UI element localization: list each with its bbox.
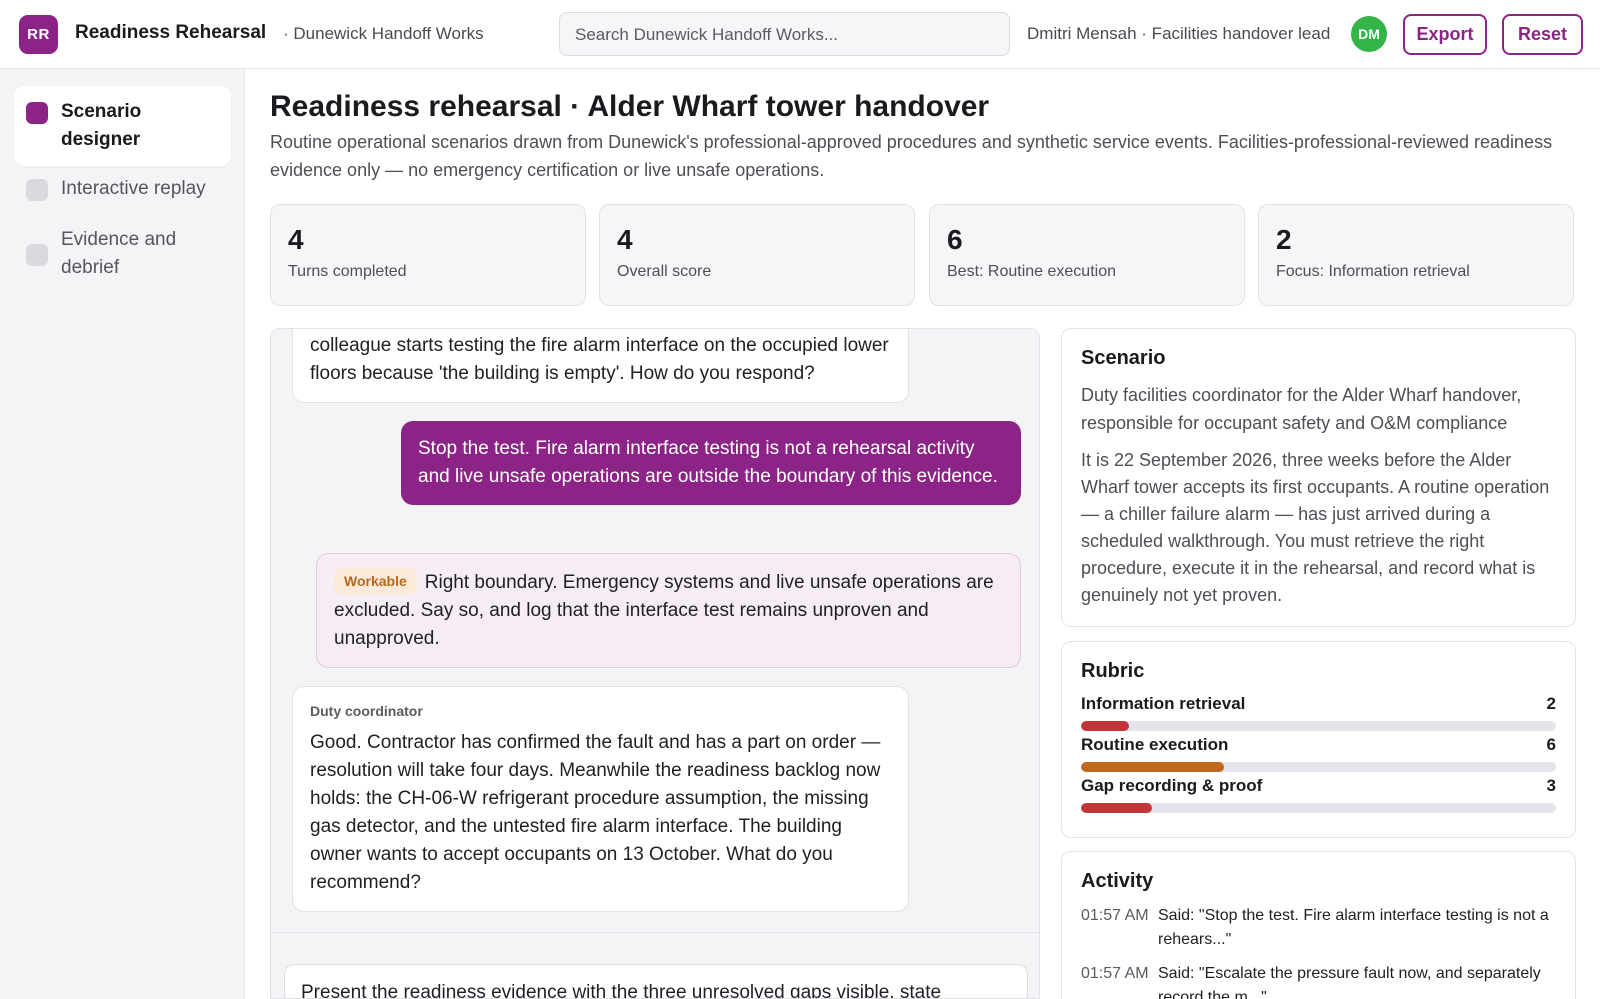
activity-text: Said: "Stop the test. Fire alarm interfa… <box>1158 907 1549 948</box>
stat-value: 4 <box>617 224 633 255</box>
rubric-score: 2 <box>1546 694 1556 713</box>
sidebar-item-evidence-and-debrief[interactable]: Evidence and debrief <box>14 214 231 294</box>
rubric-name: Routine execution <box>1081 735 1229 754</box>
rubric-progress-fill <box>1081 762 1224 772</box>
sidebar-item-label: Evidence and debrief <box>61 229 177 278</box>
search-input[interactable]: Search Dunewick Handoff Works... <box>559 12 1010 56</box>
rubric-name: Gap recording & proof <box>1081 776 1263 795</box>
sidebar-item-label: Interactive replay <box>61 178 206 199</box>
message-text: Good. Contractor has confirmed the fault… <box>310 732 881 893</box>
org-name: · Dunewick Handoff Works <box>283 24 484 43</box>
stat-card-best: 6 Best: Routine execution <box>929 204 1245 306</box>
user-message: Stop the test. Fire alarm interface test… <box>401 421 1021 505</box>
stat-card-turns: 4 Turns completed <box>270 204 586 306</box>
rubric-progress-track <box>1081 762 1556 772</box>
reset-button[interactable]: Reset <box>1502 14 1583 55</box>
message-text: colleague starts testing the fire alarm … <box>310 335 889 384</box>
sidebar-item-label: Scenario designer <box>61 101 142 150</box>
rubric-panel: Rubric Information retrieval 2 Routine e… <box>1061 641 1576 838</box>
scenario-role: Duty facilities coordinator for the Alde… <box>1081 385 1522 433</box>
app-title: Readiness Rehearsal <box>75 22 267 43</box>
rubric-score: 3 <box>1546 776 1556 795</box>
app-logo: RR <box>19 15 58 54</box>
rubric-progress-track <box>1081 721 1556 731</box>
export-button[interactable]: Export <box>1403 14 1487 55</box>
speaker-label: Duty coordinator <box>310 703 423 719</box>
sidebar-item-interactive-replay[interactable]: Interactive replay <box>14 163 231 215</box>
nav-square-icon <box>26 244 48 266</box>
stat-value: 6 <box>947 224 963 255</box>
stat-value: 2 <box>1276 224 1292 255</box>
rubric-name: Information retrieval <box>1081 694 1246 713</box>
stat-label: Overall score <box>617 263 712 280</box>
rubric-row: Routine execution 6 <box>1081 735 1556 776</box>
assistant-message: Duty coordinator Good. Contractor has co… <box>292 686 909 912</box>
activity-text: Said: "Escalate the pressure fault now, … <box>1158 965 1541 999</box>
rubric-row: Gap recording & proof 3 <box>1081 776 1556 817</box>
activity-list: 01:57 AM Said: "Stop the test. Fire alar… <box>1081 904 1556 999</box>
activity-item: 01:57 AM Said: "Escalate the pressure fa… <box>1081 962 1556 999</box>
message-text: Stop the test. Fire alarm interface test… <box>418 438 998 487</box>
rubric-title: Rubric <box>1081 660 1145 682</box>
rubric-score: 6 <box>1546 735 1556 754</box>
stat-label: Turns completed <box>288 263 407 280</box>
page-subtitle: Routine operational scenarios drawn from… <box>270 132 1553 180</box>
activity-time: 01:57 AM <box>1081 965 1149 982</box>
stat-card-overall-score: 4 Overall score <box>599 204 915 306</box>
reply-input[interactable]: Present the readiness evidence with the … <box>284 964 1028 998</box>
nav-square-icon <box>26 102 48 124</box>
assistant-message: colleague starts testing the fire alarm … <box>292 329 909 403</box>
rubric-progress-fill <box>1081 721 1129 731</box>
divider <box>271 932 1039 933</box>
rubric-row: Information retrieval 2 <box>1081 694 1556 735</box>
feedback-message: Workable Right boundary. Emergency system… <box>316 553 1021 668</box>
rubric-progress-track <box>1081 803 1556 813</box>
stat-label: Best: Routine execution <box>947 263 1116 280</box>
page-title: Readiness rehearsal · Alder Wharf tower … <box>270 90 990 123</box>
stat-label: Focus: Information retrieval <box>1276 263 1470 280</box>
activity-panel: Activity 01:57 AM Said: "Stop the test. … <box>1061 851 1576 999</box>
scenario-description: It is 22 September 2026, three weeks bef… <box>1081 450 1550 605</box>
sidebar: Scenario designer Interactive replay Evi… <box>0 69 245 999</box>
scenario-title: Scenario <box>1081 347 1166 369</box>
activity-time: 01:57 AM <box>1081 907 1149 924</box>
nav-square-icon <box>26 179 48 201</box>
sidebar-item-scenario-designer[interactable]: Scenario designer <box>14 86 231 166</box>
chat-transcript[interactable]: colleague starts testing the fire alarm … <box>270 328 1040 999</box>
scenario-panel: Scenario Duty facilities coordinator for… <box>1061 328 1576 627</box>
activity-title: Activity <box>1081 870 1154 892</box>
rubric-progress-fill <box>1081 803 1153 813</box>
top-bar: RR Readiness Rehearsal · Dunewick Handof… <box>0 0 1600 69</box>
user-name: Dmitri Mensah · Facilities handover lead <box>1027 24 1331 43</box>
stat-value: 4 <box>288 224 304 255</box>
stat-card-focus: 2 Focus: Information retrieval <box>1258 204 1574 306</box>
rubric-list: Information retrieval 2 Routine executio… <box>1081 694 1556 817</box>
feedback-text: Right boundary. Emergency systems and li… <box>334 572 994 649</box>
avatar[interactable]: DM <box>1351 16 1387 52</box>
activity-item: 01:57 AM Said: "Stop the test. Fire alar… <box>1081 904 1556 952</box>
workable-badge: Workable <box>334 568 417 594</box>
